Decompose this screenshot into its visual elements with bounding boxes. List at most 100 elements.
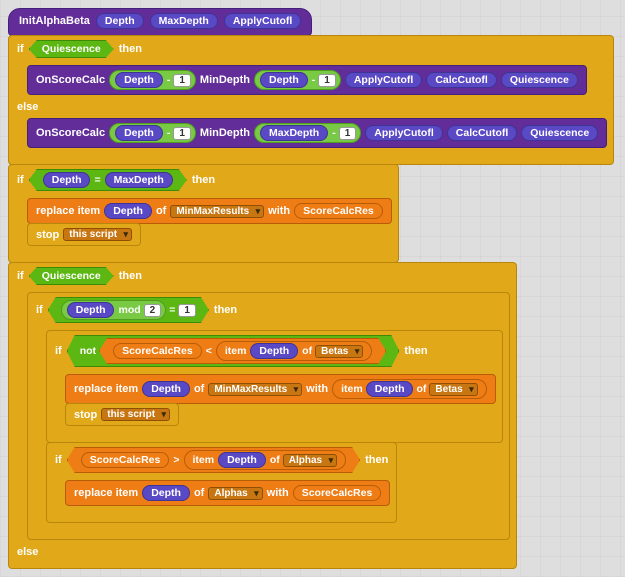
call-onscorecalc-a[interactable]: OnScoreCalc Depth - 1 MinDepth Depth - 1… <box>27 65 587 95</box>
dd-minmaxresults[interactable]: MinMaxResults <box>170 205 264 218</box>
kw-item: item <box>225 345 247 357</box>
c-head: if Quiescence then <box>9 263 516 289</box>
op-eq: = <box>169 304 175 316</box>
v-depth: Depth <box>67 302 115 318</box>
v-applycutofl: ApplyCutofl <box>365 125 443 141</box>
num-1: 1 <box>339 127 357 140</box>
if-gt-alphas[interactable]: if ScoreCalcRes > item Depth of Alphas <box>46 442 397 523</box>
dd-betas[interactable]: Betas <box>429 383 477 396</box>
kw-replace-item: replace item <box>36 205 100 217</box>
op-eq: = <box>94 174 100 186</box>
item-alphas-1[interactable]: item Depth of Alphas <box>184 450 347 470</box>
kw-if: if <box>55 454 62 466</box>
kw-mod: mod <box>118 304 140 316</box>
hat-name: InitAlphaBeta <box>19 15 90 27</box>
kw-of: of <box>194 383 204 395</box>
num-1: 1 <box>318 74 336 87</box>
dd-betas[interactable]: Betas <box>315 345 363 358</box>
c-body-else: OnScoreCalc Depth - 1 MinDepth MaxDepth … <box>23 115 613 152</box>
arg-depth-2a[interactable]: Depth - 1 <box>109 123 196 143</box>
op-minus: - <box>312 74 316 86</box>
c-body: if not ScoreCalcRes < item Depth of <box>42 327 509 527</box>
op-gt: > <box>173 454 179 466</box>
kw-then: then <box>119 270 142 282</box>
c-body: replace item Depth of MinMaxResults with… <box>23 195 398 250</box>
stop-script-2[interactable]: stop this script <box>65 403 179 426</box>
v-depth: Depth <box>115 125 163 141</box>
op-minus: - <box>167 74 171 86</box>
c-head: if Quiescence then <box>9 36 613 62</box>
c-head: if Depth = MaxDepth then <box>9 165 398 195</box>
num-1: 1 <box>173 127 191 140</box>
dd-alphas[interactable]: Alphas <box>283 454 337 467</box>
call-onscorecalc-b[interactable]: OnScoreCalc Depth - 1 MinDepth MaxDepth … <box>27 118 607 148</box>
kw-replace-item: replace item <box>74 487 138 499</box>
dd-this-script[interactable]: this script <box>101 408 170 421</box>
cond-quiescence[interactable]: Quiescence <box>29 40 114 58</box>
c-body-then: OnScoreCalc Depth - 1 MinDepth Depth - 1… <box>23 62 613 99</box>
v-scorecalcres: ScoreCalcRes <box>113 343 202 359</box>
c-head: if ScoreCalcRes > item Depth of Alphas <box>47 443 396 477</box>
v-depth: Depth <box>250 343 298 359</box>
v-calccutofl: CalcCutofl <box>426 72 497 88</box>
v-depth: Depth <box>115 72 163 88</box>
stop-script-1[interactable]: stop this script <box>27 223 141 246</box>
arg-depth-1a[interactable]: Depth - 1 <box>109 70 196 90</box>
kw-with: with <box>268 205 290 217</box>
kw-of: of <box>416 383 426 395</box>
param-maxdepth: MaxDepth <box>150 13 218 29</box>
v-depth: Depth <box>142 381 190 397</box>
op-mod[interactable]: Depth mod 2 <box>61 300 166 320</box>
kw-with: with <box>267 487 289 499</box>
arg-depth-1b[interactable]: Depth - 1 <box>254 70 341 90</box>
if-not-lt-betas[interactable]: if not ScoreCalcRes < item Depth of <box>46 330 503 443</box>
item-betas-1[interactable]: item Depth of Betas <box>216 341 373 361</box>
replace-minmax-1[interactable]: replace item Depth of MinMaxResults with… <box>27 198 392 224</box>
replace-alphas[interactable]: replace item Depth of Alphas with ScoreC… <box>65 480 390 506</box>
c-head: if not ScoreCalcRes < item Depth of <box>47 331 502 371</box>
replace-minmax-2[interactable]: replace item Depth of MinMaxResults with… <box>65 374 496 404</box>
if-depth-mod2[interactable]: if Depth mod 2 = 1 then <box>27 292 510 540</box>
kw-replace-item: replace item <box>74 383 138 395</box>
kw-if: if <box>17 270 24 282</box>
lbl-mindepth: MinDepth <box>200 127 250 139</box>
kw-of: of <box>156 205 166 217</box>
kw-not: not <box>80 345 96 357</box>
item-betas-2[interactable]: item Depth of Betas <box>332 379 487 399</box>
kw-if: if <box>17 174 24 186</box>
op-minus: - <box>332 127 336 139</box>
c-body-else2 <box>23 560 516 568</box>
param-depth: Depth <box>96 13 144 29</box>
v-maxdepth: MaxDepth <box>260 125 328 141</box>
cond-gt[interactable]: ScoreCalcRes > item Depth of Alphas <box>67 447 360 473</box>
v-scorecalcres: ScoreCalcRes <box>81 452 170 468</box>
cond-lt[interactable]: ScoreCalcRes < item Depth of Betas <box>99 338 386 364</box>
dd-minmaxresults[interactable]: MinMaxResults <box>208 383 302 396</box>
kw-then: then <box>119 43 142 55</box>
if-depth-eq-maxdepth[interactable]: if Depth = MaxDepth then replace item De… <box>8 164 399 263</box>
if-quiescence-2[interactable]: if Quiescence then if Depth mod 2 = <box>8 262 517 569</box>
v-depth: Depth <box>104 203 152 219</box>
cond-not[interactable]: not ScoreCalcRes < item Depth of Betas <box>67 335 400 367</box>
dd-alphas[interactable]: Alphas <box>208 487 262 500</box>
num-2: 2 <box>144 304 162 317</box>
num-1: 1 <box>178 304 196 317</box>
cond-depth-eq-maxdepth[interactable]: Depth = MaxDepth <box>29 169 187 191</box>
cond-mod2-eq-1[interactable]: Depth mod 2 = 1 <box>48 297 209 323</box>
define-hat[interactable]: InitAlphaBeta Depth MaxDepth ApplyCutofl <box>8 8 312 36</box>
kw-then: then <box>404 345 427 357</box>
kw-if: if <box>17 43 24 55</box>
c-head: if Depth mod 2 = 1 then <box>28 293 509 327</box>
v-calccutofl: CalcCutofl <box>447 125 518 141</box>
script-stack: InitAlphaBeta Depth MaxDepth ApplyCutofl… <box>8 8 617 569</box>
kw-stop: stop <box>36 229 59 241</box>
kw-of: of <box>302 345 312 357</box>
lbl-onscorecalc: OnScoreCalc <box>36 74 105 86</box>
kw-of: of <box>270 454 280 466</box>
arg-maxdepth-1[interactable]: MaxDepth - 1 <box>254 123 361 143</box>
cond-quiescence-2[interactable]: Quiescence <box>29 267 114 285</box>
if-quiescence-1[interactable]: if Quiescence then OnScoreCalc Depth - 1… <box>8 35 614 165</box>
c-body-then2: if Depth mod 2 = 1 then <box>23 289 516 544</box>
v-scorecalcres: ScoreCalcRes <box>294 203 383 219</box>
dd-this-script[interactable]: this script <box>63 228 132 241</box>
